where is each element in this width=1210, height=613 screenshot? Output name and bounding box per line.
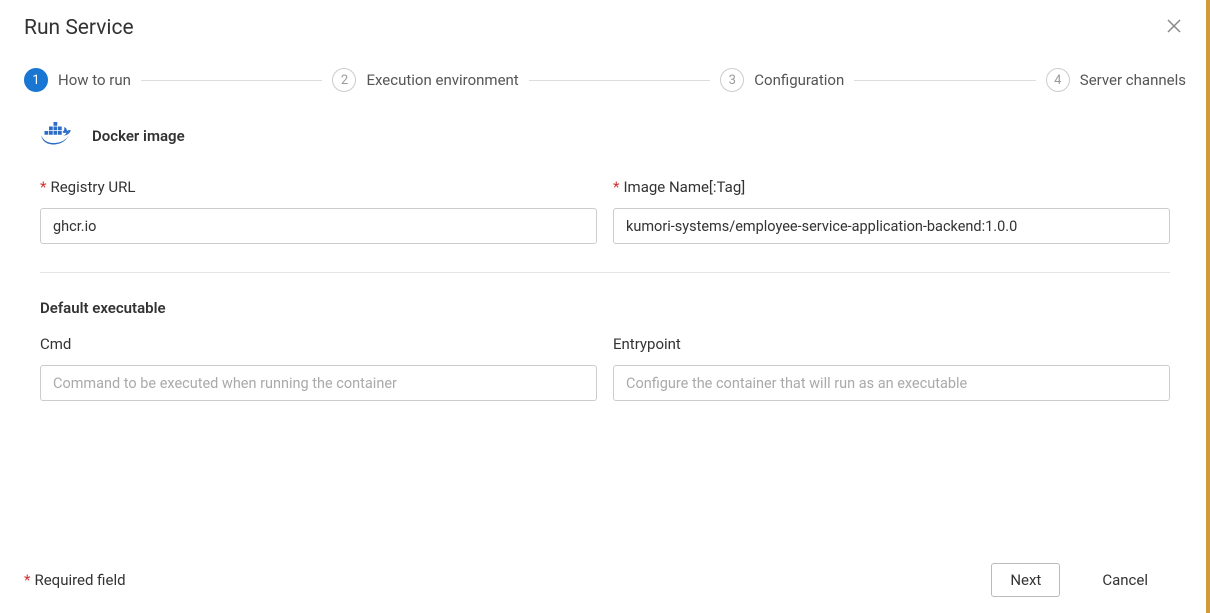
registry-url-label: *Registry URL [40,178,597,196]
image-name-input[interactable] [613,208,1170,244]
step-connector [854,80,1036,81]
dialog-footer: *Required field Next Cancel [0,549,1206,613]
step-server-channels[interactable]: 4 Server channels [1046,68,1186,92]
dialog-title: Run Service [24,16,134,40]
step-configuration[interactable]: 3 Configuration [720,68,844,92]
step-connector [529,80,711,81]
step-execution-environment[interactable]: 2 Execution environment [332,68,518,92]
docker-section-title: Docker image [92,127,185,145]
footer-actions: Next Cancel [991,563,1166,597]
section-divider [40,272,1170,273]
registry-url-input[interactable] [40,208,597,244]
step-number: 4 [1046,68,1070,92]
executable-fields-row: Cmd Entrypoint [40,335,1170,401]
docker-fields-row: *Registry URL *Image Name[:Tag] [40,178,1170,244]
entrypoint-input[interactable] [613,365,1170,401]
step-label: Server channels [1080,71,1186,89]
close-icon[interactable] [1162,14,1186,42]
step-connector [141,80,323,81]
registry-url-group: *Registry URL [40,178,597,244]
docker-icon [40,120,76,152]
entrypoint-group: Entrypoint [613,335,1170,401]
docker-section-header: Docker image [40,120,1170,152]
required-asterisk: * [40,178,46,196]
image-name-group: *Image Name[:Tag] [613,178,1170,244]
entrypoint-label: Entrypoint [613,335,1170,353]
form-content: Docker image *Registry URL *Image Name[:… [0,120,1210,401]
step-how-to-run[interactable]: 1 How to run [24,68,131,92]
step-number: 1 [24,68,48,92]
stepper: 1 How to run 2 Execution environment 3 C… [0,50,1210,120]
step-label: How to run [58,71,131,89]
note-text: Required field [34,571,125,589]
label-text: Image Name[:Tag] [623,178,745,196]
label-text: Registry URL [50,178,135,196]
cmd-label: Cmd [40,335,597,353]
cmd-group: Cmd [40,335,597,401]
right-edge-accent [1206,0,1210,613]
step-number: 3 [720,68,744,92]
default-executable-title: Default executable [40,299,1170,317]
step-number: 2 [332,68,356,92]
step-label: Configuration [754,71,844,89]
step-label: Execution environment [366,71,518,89]
cancel-button[interactable]: Cancel [1084,564,1166,596]
required-asterisk: * [24,571,30,589]
required-field-note: *Required field [24,571,126,589]
next-button[interactable]: Next [991,563,1060,597]
required-asterisk: * [613,178,619,196]
image-name-label: *Image Name[:Tag] [613,178,1170,196]
dialog-header: Run Service [0,0,1210,50]
cmd-input[interactable] [40,365,597,401]
